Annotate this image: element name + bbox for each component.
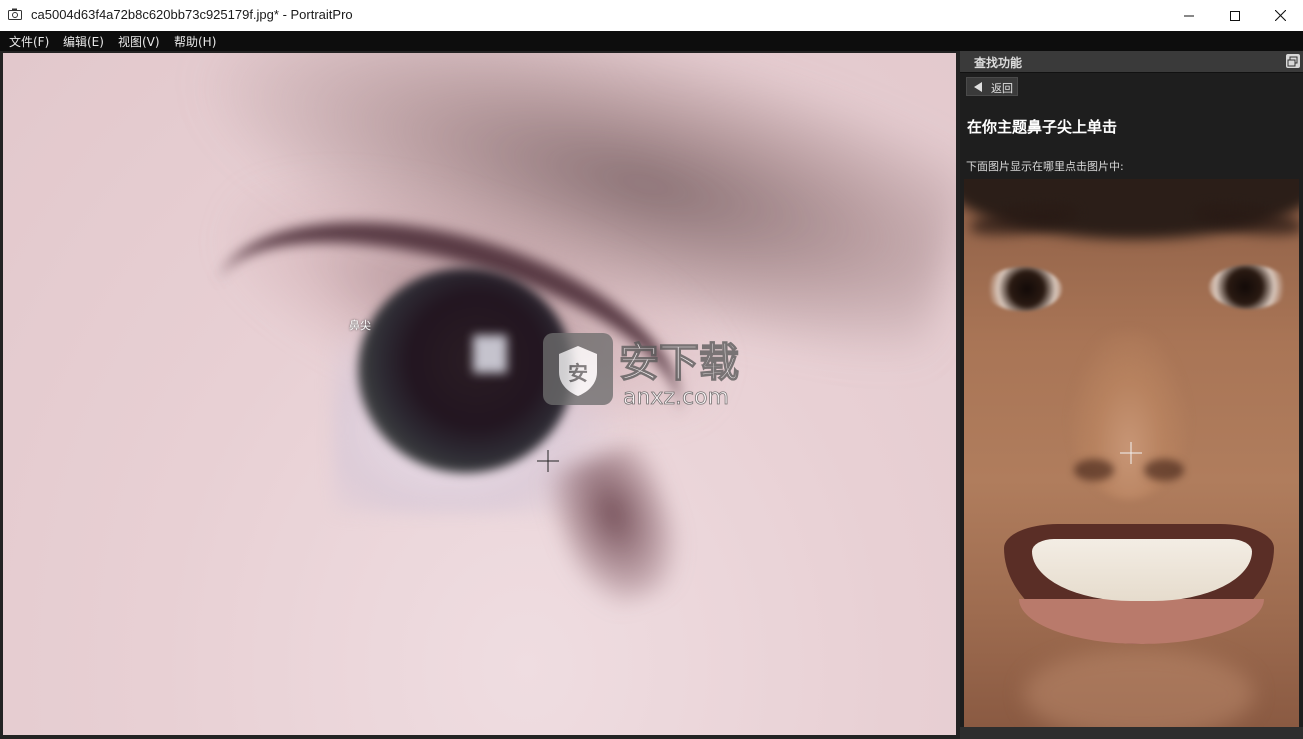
- menu-file[interactable]: 文件(F): [9, 33, 49, 50]
- back-button[interactable]: 返回: [966, 77, 1018, 96]
- camera-icon: [8, 8, 22, 20]
- eye-highlight: [473, 335, 507, 373]
- panel-float-button[interactable]: [1286, 54, 1300, 68]
- image-canvas[interactable]: [3, 53, 956, 735]
- minimize-icon: [1184, 15, 1194, 16]
- watermark-text-cn: 安下载: [619, 340, 739, 386]
- reference-photo: [964, 179, 1299, 727]
- instruction-subtext: 下面图片显示在哪里点击图片中:: [966, 160, 1124, 173]
- menu-help[interactable]: 帮助(H): [174, 33, 216, 50]
- back-button-label: 返回: [991, 82, 1013, 95]
- maximize-icon: [1230, 10, 1240, 21]
- window-restore-icon: [1287, 56, 1298, 67]
- minimize-button[interactable]: [1166, 0, 1212, 31]
- window-title: ca5004d63f4a72b8c620bb73c925179f.jpg* - …: [31, 7, 353, 22]
- panel-footer: [960, 727, 1303, 739]
- menu-bar: 文件(F) 编辑(E) 视图(V) 帮助(H): [0, 31, 1303, 51]
- ref-right-eye: [1209, 265, 1289, 309]
- panel-title: 查找功能: [974, 56, 1023, 70]
- ref-left-eye: [984, 267, 1062, 311]
- crosshair-cursor-icon: [537, 450, 559, 472]
- ref-right-nostril: [1144, 459, 1184, 481]
- ref-left-nostril: [1074, 459, 1114, 481]
- menu-view[interactable]: 视图(V): [118, 33, 160, 50]
- nose-tip-marker-label: 鼻尖: [349, 319, 371, 332]
- instruction-heading: 在你主题鼻子尖上单击: [967, 118, 1118, 136]
- svg-text:安: 安: [568, 361, 588, 385]
- back-arrow-icon: [974, 82, 982, 92]
- maximize-button[interactable]: [1212, 0, 1258, 31]
- title-bar: ca5004d63f4a72b8c620bb73c925179f.jpg* - …: [0, 0, 1303, 32]
- menu-edit[interactable]: 编辑(E): [63, 33, 104, 50]
- panel-header: 查找功能: [960, 51, 1303, 73]
- ref-crosshair-icon: [1120, 442, 1142, 464]
- find-feature-panel: 查找功能 返回 在你主题鼻子尖上单击 下面图片显示在哪里点击图片中:: [960, 51, 1303, 739]
- close-icon: [1274, 10, 1286, 21]
- ref-chin: [1024, 649, 1254, 727]
- ref-lower-lip: [1019, 599, 1264, 644]
- close-button[interactable]: [1257, 0, 1303, 31]
- watermark-text-en: anxz.com: [623, 385, 729, 408]
- shield-icon: 安: [543, 333, 613, 405]
- watermark-logo: 安 安下载 anxz.com: [543, 333, 740, 408]
- eye-iris: [358, 268, 573, 473]
